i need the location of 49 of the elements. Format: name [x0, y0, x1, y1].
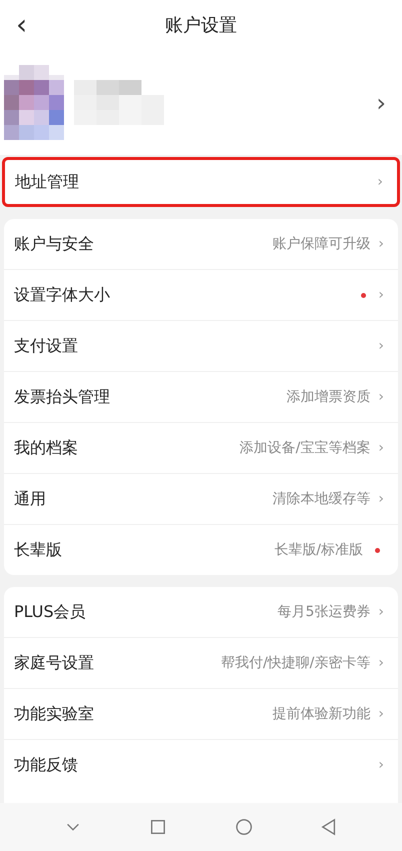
row-value: 清除本地缓存等 [272, 490, 370, 508]
chevron-icon: › [378, 287, 384, 303]
settings-row[interactable]: 支付设置 › [4, 320, 398, 371]
row-label: 账户与安全 [14, 234, 94, 254]
chevron-icon: › [378, 655, 384, 671]
row-value: 账户保障可升级 [272, 235, 370, 253]
chevron-icon: › [378, 389, 384, 405]
chevron-icon: › [378, 706, 384, 722]
settings-row[interactable]: 通用 清除本地缓存等 › [4, 473, 398, 524]
row-value: 长辈版/标准版 [274, 541, 363, 559]
settings-row[interactable]: 功能实验室 提前体验新功能 › [4, 688, 398, 739]
row-value: 添加设备/宝宝等档案 [240, 439, 370, 457]
profile-row[interactable]: › [0, 50, 402, 155]
row-label: 支付设置 [14, 336, 78, 356]
chevron-icon: › [376, 88, 386, 116]
chevron-icon: › [378, 604, 384, 620]
row-label: 设置字体大小 [14, 284, 110, 306]
chevron-icon: › [378, 491, 384, 507]
row-label: 发票抬头管理 [14, 386, 110, 408]
row-value: 添加增票资质 [286, 388, 370, 406]
row-label: PLUS会员 [14, 602, 86, 622]
row-label: 地址管理 [15, 172, 79, 192]
settings-row[interactable]: 功能反馈 › [4, 739, 398, 790]
page-title: 账户设置 [165, 14, 237, 37]
row-value: 帮我付/快捷聊/亲密卡等 [220, 654, 370, 672]
row-label: 家庭号设置 [14, 652, 94, 674]
settings-row[interactable]: 账户与安全 账户保障可升级 › [4, 219, 398, 269]
settings-row[interactable]: 设置字体大小 › [4, 269, 398, 320]
chevron-icon: › [378, 440, 384, 456]
row-value: 提前体验新功能 [272, 705, 370, 723]
row-label: 功能反馈 [14, 754, 78, 776]
chevron-icon: › [378, 338, 384, 354]
chevron-icon: › [378, 236, 384, 252]
chevron-icon: › [378, 757, 384, 773]
row-label: 我的档案 [14, 438, 78, 458]
recents-icon[interactable] [149, 818, 168, 836]
settings-row[interactable]: 我的档案 添加设备/宝宝等档案 › [4, 422, 398, 473]
row-value: 每月5张运费券 [277, 603, 370, 621]
home-icon[interactable] [234, 818, 253, 836]
settings-row[interactable]: 家庭号设置 帮我付/快捷聊/亲密卡等 › [4, 637, 398, 688]
settings-row[interactable]: PLUS会员 每月5张运费券 › [4, 587, 398, 637]
row-label: 功能实验室 [14, 704, 94, 724]
settings-row[interactable]: 长辈版 长辈版/标准版 [4, 524, 398, 575]
back-button[interactable]: ‹ [16, 8, 28, 41]
settings-row[interactable]: 发票抬头管理 添加增票资质 › [4, 371, 398, 422]
settings-row[interactable]: 地址管理 › [5, 160, 397, 204]
row-label: 长辈版 [14, 540, 62, 560]
row-label: 通用 [14, 488, 46, 510]
chevron-icon: › [377, 174, 383, 190]
